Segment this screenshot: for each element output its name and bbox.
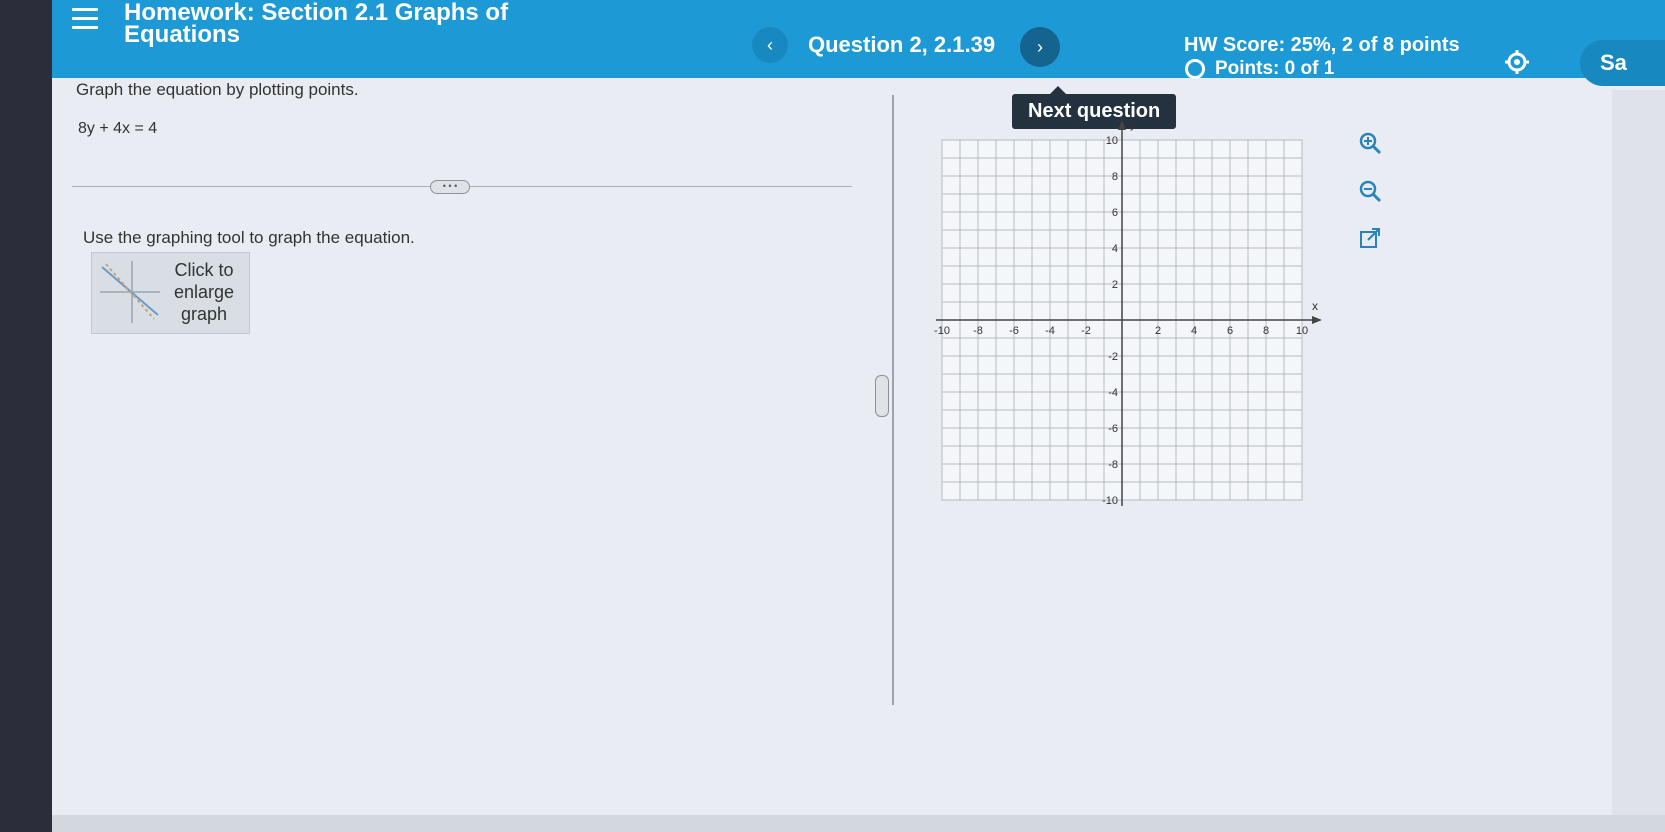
x-tick-label: -10	[934, 325, 950, 337]
chevron-left-icon: ‹	[767, 35, 773, 55]
y-axis-arrow	[1118, 120, 1126, 130]
hw-score: HW Score: 25%, 2 of 8 points	[1184, 34, 1460, 56]
pane-resize-handle[interactable]	[875, 375, 889, 417]
expand-handle-button[interactable]: • • •	[430, 180, 470, 194]
y-tick-label: 8	[1112, 171, 1118, 183]
coordinate-grid[interactable]: x y -10 -8 -6 -4 -2 2 4 6 8 10 10 8 6 4 2 -2 -4 -6 -8 -10	[912, 110, 1332, 540]
external-link-icon[interactable]	[1357, 226, 1383, 252]
zoom-out-icon[interactable]	[1357, 178, 1383, 204]
graph-instruction: Use the graphing tool to graph the equat…	[83, 228, 415, 247]
question-instruction: Graph the equation by plotting points.	[76, 80, 359, 99]
right-edge-panel	[1612, 90, 1665, 832]
x-tick-label: -6	[1009, 325, 1019, 337]
homework-title: Homework: Section 2.1 Graphs of Equation…	[124, 0, 509, 48]
y-tick-label: 6	[1112, 207, 1118, 219]
screen: Homework: Section 2.1 Graphs of Equation…	[52, 0, 1665, 832]
x-tick-label: 6	[1227, 325, 1233, 337]
x-axis-label: x	[1312, 299, 1318, 313]
hamburger-menu-icon[interactable]	[72, 8, 98, 30]
pane-divider	[892, 95, 894, 705]
top-bar: Homework: Section 2.1 Graphs of Equation…	[52, 0, 1665, 86]
y-tick-label: -4	[1108, 387, 1118, 399]
zoom-in-icon[interactable]	[1357, 130, 1383, 156]
x-tick-label: 10	[1296, 325, 1308, 337]
enlarge-graph-label: Click to enlarge graph	[173, 260, 235, 324]
previous-question-button[interactable]: ‹	[752, 27, 788, 63]
x-tick-label: -8	[973, 325, 983, 337]
points-status: Points: 0 of 1	[1185, 58, 1334, 80]
y-tick-label: 2	[1112, 279, 1118, 291]
chevron-right-icon: ›	[1037, 37, 1043, 57]
status-circle-icon	[1185, 59, 1205, 79]
gear-icon[interactable]	[1504, 49, 1530, 75]
points-text: Points: 0 of 1	[1215, 58, 1335, 79]
x-tick-label: 2	[1155, 325, 1161, 337]
x-tick-label: -2	[1081, 325, 1091, 337]
save-button[interactable]: Sa	[1580, 40, 1665, 86]
equation: 8y + 4x = 4	[78, 120, 158, 137]
x-axis-arrow	[1312, 316, 1322, 324]
x-tick-label: 4	[1191, 325, 1197, 337]
next-question-button[interactable]: ›	[1020, 27, 1060, 67]
x-tick-label: -4	[1045, 325, 1055, 337]
y-tick-label: -10	[1102, 495, 1118, 507]
y-tick-label: 10	[1106, 135, 1118, 147]
x-tick-label: 8	[1263, 325, 1269, 337]
y-tick-label: -8	[1108, 459, 1118, 471]
enlarge-graph-button[interactable]: Click to enlarge graph	[91, 252, 250, 334]
graph-thumbnail-icon	[100, 261, 160, 323]
y-tick-label: 4	[1112, 243, 1118, 255]
y-axis-label: y	[1130, 117, 1136, 131]
y-tick-label: -6	[1108, 423, 1118, 435]
question-label: Question 2, 2.1.39	[808, 32, 996, 57]
y-tick-label: -2	[1108, 351, 1118, 363]
bottom-edge	[52, 815, 1665, 832]
